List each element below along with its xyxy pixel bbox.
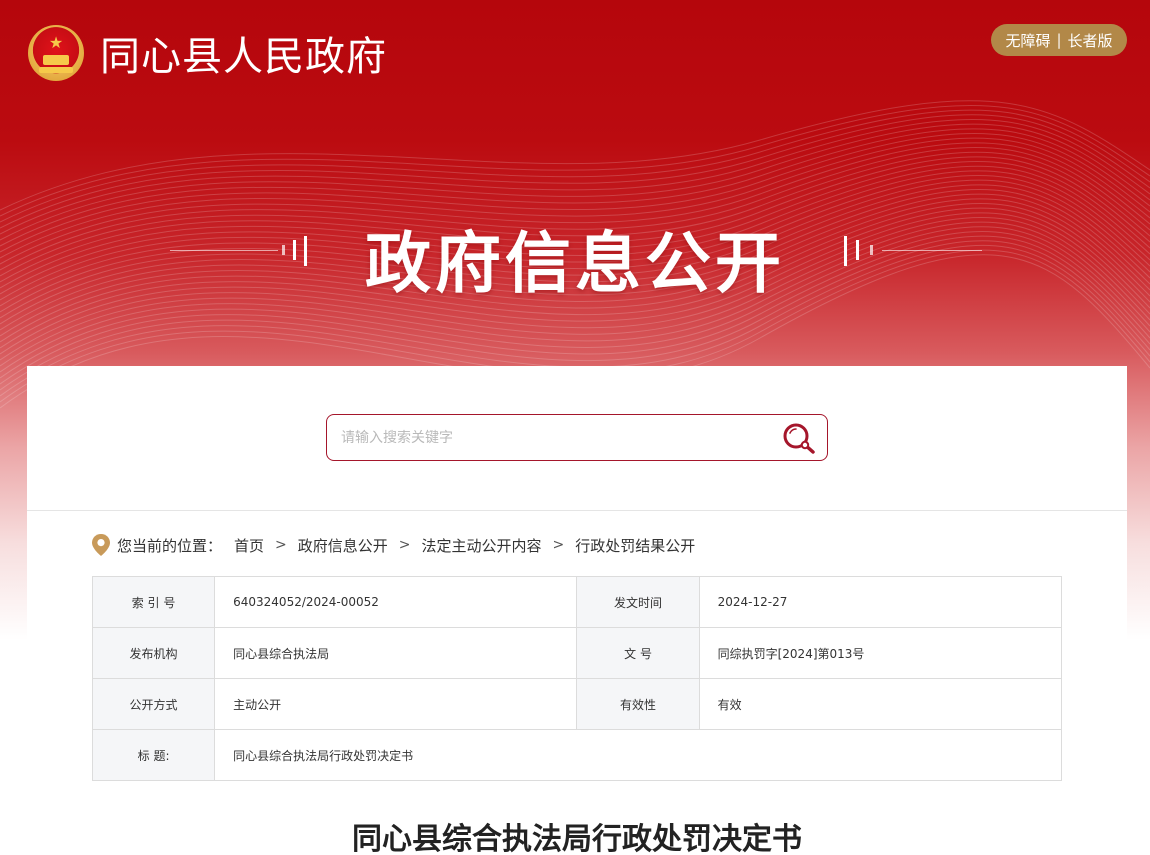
meta-value-disclosure: 主动公开 <box>214 678 578 730</box>
site-logo[interactable]: ★ 同心县人民政府 <box>28 24 387 82</box>
national-emblem-icon: ★ <box>28 25 84 81</box>
meta-key-index: 索 引 号 <box>91 576 216 628</box>
meta-value-doc-number: 同综执罚字[2024]第013号 <box>698 627 1063 679</box>
table-row: 索 引 号 640324052/2024-00052 发文时间 2024-12-… <box>91 576 1063 628</box>
breadcrumb-separator: > <box>398 537 411 553</box>
search-input[interactable] <box>341 425 761 451</box>
table-row: 公开方式 主动公开 有效性 有效 <box>91 678 1063 730</box>
meta-value-date: 2024-12-27 <box>698 576 1063 628</box>
document-title: 同心县综合执法局行政处罚决定书 <box>352 822 802 855</box>
meta-value-validity: 有效 <box>698 678 1063 730</box>
meta-key-validity: 有效性 <box>576 678 700 730</box>
meta-value-publisher: 同心县综合执法局 <box>214 627 578 679</box>
elder-mode-link[interactable]: 长者版 <box>1068 30 1113 51</box>
section-divider <box>27 510 1127 511</box>
breadcrumb: 您当前的位置： 首页 > 政府信息公开 > 法定主动公开内容 > 行政处罚结果公… <box>91 532 695 558</box>
pill-separator: | <box>1056 31 1062 49</box>
banner-title: 政府信息公开 <box>365 225 785 302</box>
meta-key-doc-number: 文 号 <box>576 627 700 679</box>
site-title: 同心县人民政府 <box>100 34 387 80</box>
meta-value-index: 640324052/2024-00052 <box>214 576 578 628</box>
accessibility-switch: 无障碍 | 长者版 <box>991 24 1127 56</box>
content-card: 您当前的位置： 首页 > 政府信息公开 > 法定主动公开内容 > 行政处罚结果公… <box>27 366 1127 855</box>
breadcrumb-prefix: 您当前的位置： <box>117 536 223 555</box>
breadcrumb-gov-info[interactable]: 政府信息公开 <box>298 535 388 556</box>
breadcrumb-separator: > <box>552 537 565 553</box>
location-pin-icon <box>92 534 110 556</box>
breadcrumb-home[interactable]: 首页 <box>234 535 264 556</box>
meta-key-title: 标 题: <box>91 729 216 781</box>
breadcrumb-statutory-content[interactable]: 法定主动公开内容 <box>422 535 542 556</box>
document-meta-table: 索 引 号 640324052/2024-00052 发文时间 2024-12-… <box>91 576 1063 781</box>
table-row: 标 题: 同心县综合执法局行政处罚决定书 <box>91 729 1062 781</box>
breadcrumb-penalty-results[interactable]: 行政处罚结果公开 <box>575 535 695 556</box>
accessibility-link[interactable]: 无障碍 <box>1005 30 1050 51</box>
search-icon[interactable] <box>781 421 817 455</box>
meta-key-publisher: 发布机构 <box>91 627 216 679</box>
meta-value-title: 同心县综合执法局行政处罚决定书 <box>214 729 1062 781</box>
breadcrumb-separator: > <box>275 537 287 553</box>
meta-key-date: 发文时间 <box>576 576 700 628</box>
table-row: 发布机构 同心县综合执法局 文 号 同综执罚字[2024]第013号 <box>91 627 1063 679</box>
meta-key-disclosure: 公开方式 <box>91 678 216 730</box>
search-bar <box>326 414 828 461</box>
